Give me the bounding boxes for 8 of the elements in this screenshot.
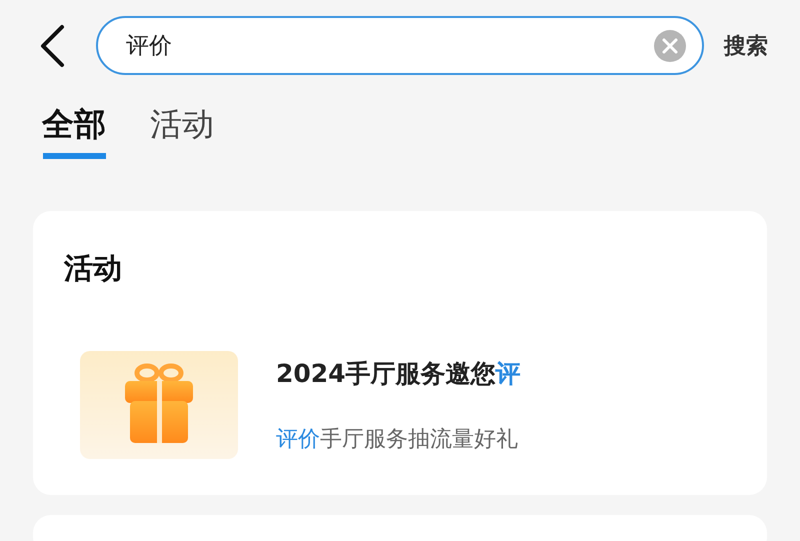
clear-icon[interactable] — [654, 30, 686, 62]
activity-subtitle: 评价手厅服务抽流量好礼 — [276, 426, 519, 454]
gift-drawing[interactable] — [80, 351, 238, 459]
search-button[interactable]: 搜索 — [724, 30, 768, 60]
search-field[interactable]: 评价 — [96, 16, 704, 75]
tab[interactable]: 活动 — [150, 103, 214, 159]
activity-title[interactable]: 2024手厅服务邀您评 — [276, 356, 521, 390]
section-title: 活动 — [64, 250, 123, 287]
